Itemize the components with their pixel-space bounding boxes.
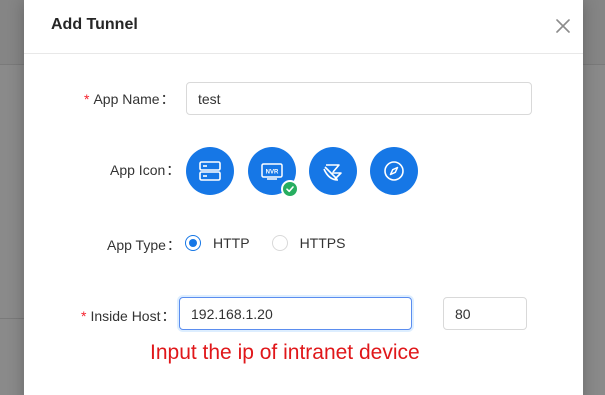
annotation-hint: Input the ip of intranet device bbox=[150, 341, 420, 364]
required-marker: * bbox=[81, 308, 87, 324]
radio-https-circle[interactable] bbox=[271, 235, 288, 251]
app-name-input[interactable]: test bbox=[186, 82, 532, 115]
dialog-header: Add Tunnel bbox=[24, 0, 583, 54]
app-type-label: App Type： bbox=[107, 237, 181, 253]
svg-text:NVR: NVR bbox=[266, 170, 279, 176]
backdrop-divider bbox=[583, 64, 605, 65]
app-icon-option-server[interactable] bbox=[186, 147, 234, 195]
app-icon-option-dish[interactable] bbox=[309, 147, 357, 195]
backdrop-divider bbox=[0, 64, 24, 65]
radio-http[interactable]: HTTP bbox=[185, 235, 250, 251]
nvr-icon: NVR bbox=[261, 163, 283, 180]
close-icon bbox=[556, 19, 570, 33]
inside-host-label: * Inside Host： bbox=[81, 308, 176, 324]
server-icon bbox=[199, 161, 221, 181]
app-name-value: test bbox=[198, 90, 221, 107]
app-icon-option-nvr[interactable]: NVR bbox=[248, 147, 299, 198]
inside-host-input[interactable]: 192.168.1.20 bbox=[179, 297, 412, 330]
compass-icon bbox=[384, 161, 404, 181]
inside-host-value: 192.168.1.20 bbox=[191, 305, 273, 322]
port-value: 80 bbox=[455, 305, 471, 322]
backdrop-divider bbox=[0, 318, 24, 319]
close-button[interactable] bbox=[549, 12, 577, 40]
app-name-label: * App Name： bbox=[84, 91, 175, 107]
radio-https-label: HTTPS bbox=[299, 235, 346, 251]
radio-http-label: HTTP bbox=[213, 235, 250, 251]
required-marker: * bbox=[84, 91, 90, 107]
satellite-dish-icon bbox=[323, 164, 342, 181]
dialog-title: Add Tunnel bbox=[51, 16, 138, 33]
radio-http-circle[interactable] bbox=[185, 235, 201, 251]
add-tunnel-dialog: Add Tunnel * App Name： test App Icon： NVR bbox=[24, 0, 583, 395]
selected-check-badge bbox=[281, 180, 299, 198]
checkmark-icon bbox=[286, 186, 294, 193]
radio-https[interactable]: HTTPS bbox=[271, 235, 346, 251]
app-icon-option-compass[interactable] bbox=[370, 147, 418, 195]
app-icon-label: App Icon： bbox=[110, 162, 181, 178]
app-type-radio-group: HTTP HTTPS bbox=[185, 235, 345, 251]
port-input[interactable]: 80 bbox=[443, 297, 527, 330]
